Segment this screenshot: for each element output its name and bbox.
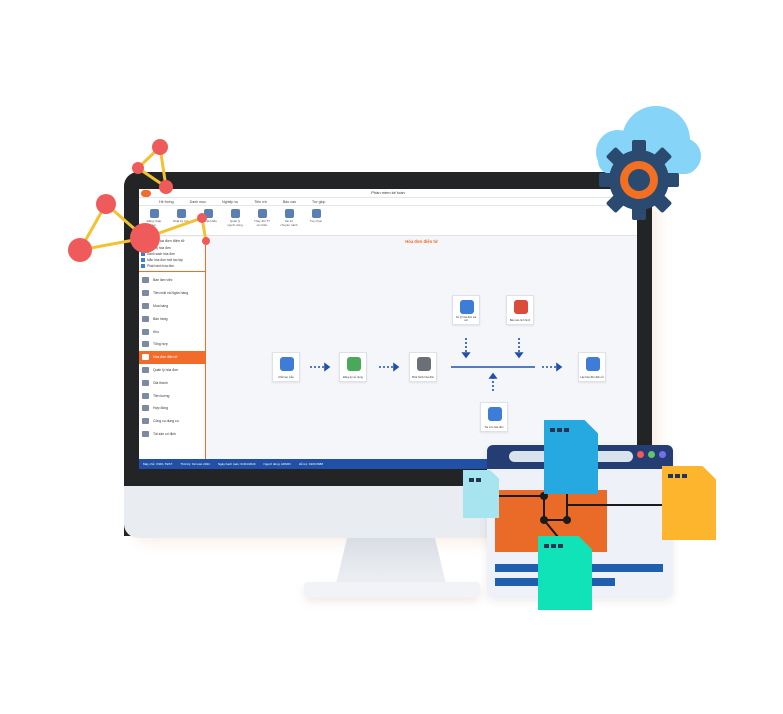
workflow-node[interactable]: Khởi tạo mẫu <box>272 352 300 382</box>
workflow-node[interactable]: Phát hành hóa đơn <box>409 352 437 382</box>
document-cyan-icon <box>463 470 499 518</box>
document-yellow-icon <box>662 466 716 540</box>
printer-icon <box>417 357 431 371</box>
monitor-stand-neck <box>336 538 446 584</box>
error-fix-icon <box>514 300 528 314</box>
workflow-node[interactable]: Báo cáo tình hình <box>506 295 534 325</box>
status-hotline: Hỗ trợ: 1900 6688 <box>298 462 324 466</box>
status-user: Người dùng: ADMIN <box>263 462 291 466</box>
network-graph-icon <box>68 139 210 262</box>
status-server: Máy chủ: CSDL TEST <box>143 462 173 466</box>
document-blue-icon <box>544 420 598 494</box>
cloud-gear-icon <box>596 106 701 220</box>
workflow-node[interactable]: Lập hóa đơn điện tử <box>578 352 606 382</box>
invoice-create-icon <box>586 357 600 371</box>
register-icon <box>347 357 361 371</box>
template-icon <box>280 357 294 371</box>
document-green-icon <box>538 536 592 610</box>
status-period: Thời kỳ: Kế toán 2024 <box>180 462 210 466</box>
monitor-stand-base <box>304 582 480 598</box>
workflow-node[interactable]: Đăng ký sử dụng <box>339 352 367 382</box>
people-icon <box>460 300 474 314</box>
workflow-node[interactable]: Xử lý hóa đơn sai sót <box>452 295 480 325</box>
status-date: Ngày hạch toán: 01/01/2024 <box>217 462 256 466</box>
